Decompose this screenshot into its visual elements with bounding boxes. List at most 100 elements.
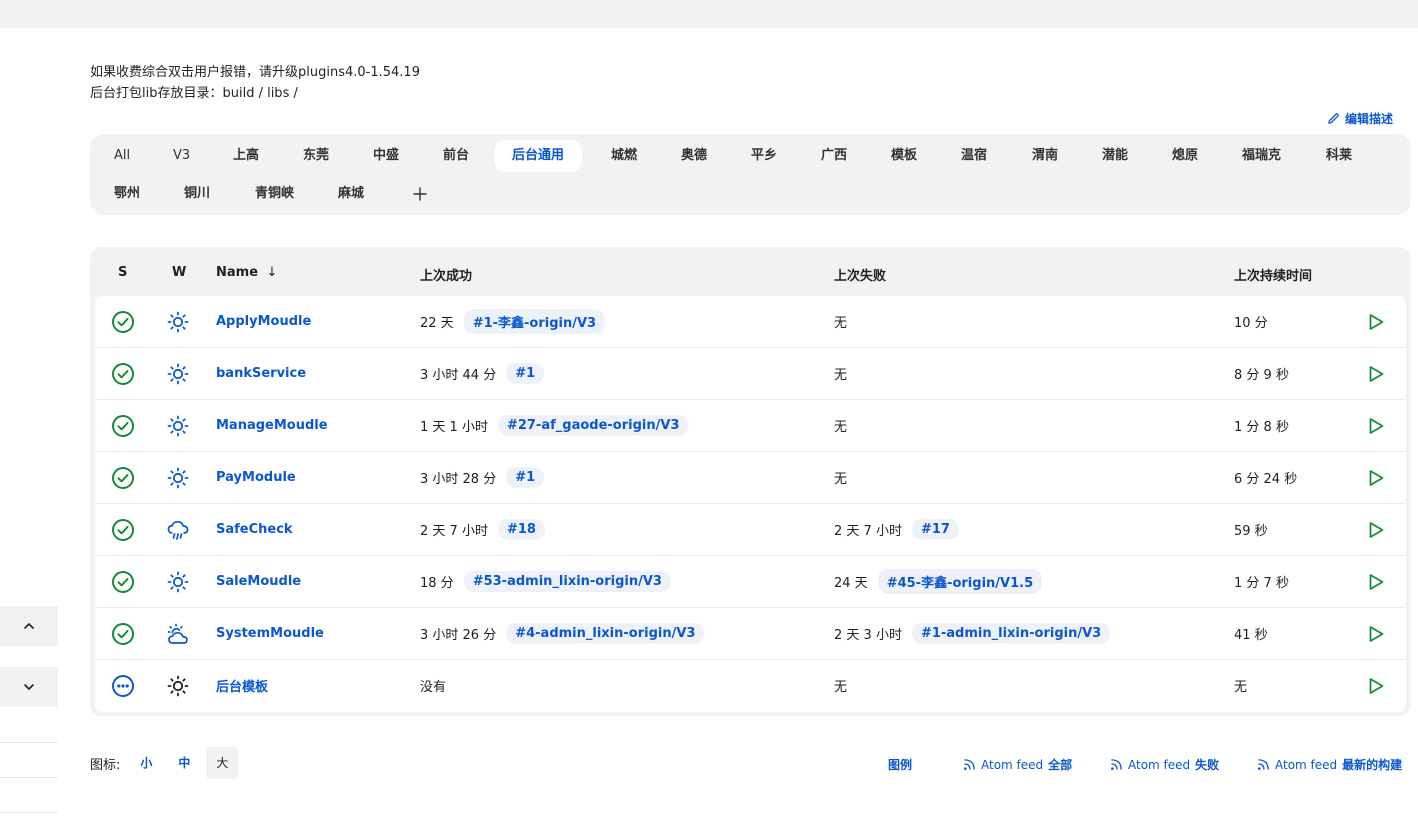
last-failure-time: 无	[834, 316, 848, 331]
tab-pingxiang[interactable]: 平乡	[751, 140, 777, 172]
schedule-build-button[interactable]	[1363, 361, 1389, 387]
icon-size-medium[interactable]: 中	[168, 747, 200, 779]
atom-feed-label: Atom feed	[981, 757, 1044, 772]
build-status[interactable]	[110, 361, 136, 387]
tab-all[interactable]: All	[114, 140, 130, 172]
build-health[interactable]	[165, 621, 191, 647]
header-last-failure[interactable]: 上次失败	[834, 265, 886, 284]
header-weather[interactable]: W	[172, 265, 186, 280]
job-name-link[interactable]: bankService	[216, 366, 306, 381]
tab-xiyuan[interactable]: 熄原	[1172, 140, 1198, 172]
build-health[interactable]	[165, 569, 191, 595]
build-status[interactable]	[110, 621, 136, 647]
job-name-link[interactable]: ApplyMoudle	[216, 314, 311, 329]
tab-ezhou[interactable]: 鄂州	[114, 178, 140, 210]
job-name-link[interactable]: 后台模板	[216, 676, 268, 695]
run-cell	[1363, 660, 1389, 711]
schedule-build-button[interactable]	[1363, 465, 1389, 491]
build-status[interactable]	[110, 517, 136, 543]
schedule-build-button[interactable]	[1363, 673, 1389, 699]
tab-kelai[interactable]: 科莱	[1326, 140, 1352, 172]
schedule-build-button[interactable]	[1363, 621, 1389, 647]
tab-houtai-tongyong[interactable]: 后台通用	[494, 140, 583, 172]
build-health[interactable]	[165, 413, 191, 439]
last-failure-build-link[interactable]: #17	[911, 519, 959, 540]
tab-guangxi[interactable]: 广西	[821, 140, 847, 172]
header-last-duration[interactable]: 上次持续时间	[1234, 265, 1312, 284]
atom-feed-failures-label: 失败	[1195, 758, 1220, 772]
build-status[interactable]	[110, 673, 136, 699]
tab-macheng[interactable]: 麻城	[338, 178, 364, 210]
atom-feed-latest-link[interactable]: Atom feed 最新的构建	[1257, 756, 1402, 773]
tab-qianneng[interactable]: 潜能	[1102, 140, 1128, 172]
schedule-build-icon	[1369, 521, 1384, 538]
tab-qiantai[interactable]: 前台	[443, 140, 469, 172]
tab-v3[interactable]: V3	[173, 140, 190, 172]
schedule-build-button[interactable]	[1363, 569, 1389, 595]
schedule-build-button[interactable]	[1363, 517, 1389, 543]
view-tabs: All V3 上高 东莞 中盛 前台 后台通用 城燃 奥德 平乡 广西 模板 温…	[90, 134, 1411, 215]
job-name-link[interactable]: ManageMoudle	[216, 418, 328, 433]
schedule-build-button[interactable]	[1363, 309, 1389, 335]
last-success-build-link[interactable]: #1	[506, 467, 545, 488]
last-success-build-link[interactable]: #18	[497, 519, 545, 540]
success-check-icon	[112, 466, 134, 489]
last-success-build-link[interactable]: #27-af_gaode-origin/V3	[497, 415, 689, 436]
header-last-success[interactable]: 上次成功	[420, 265, 472, 284]
not-built-icon	[112, 674, 134, 697]
last-success-cell: 22 天 #1-李鑫-origin/V3	[420, 296, 606, 347]
tab-muban[interactable]: 模板	[891, 140, 917, 172]
scroll-down-button[interactable]	[0, 667, 58, 707]
tab-qingtongxia[interactable]: 青铜峡	[255, 178, 294, 210]
last-failure-build-link[interactable]: #45-李鑫-origin/V1.5	[877, 569, 1043, 594]
atom-feed-all-link[interactable]: Atom feed 全部	[963, 756, 1072, 773]
last-success-build-link[interactable]: #4-admin_lixin-origin/V3	[506, 623, 705, 644]
icon-size-large[interactable]: 大	[206, 747, 239, 779]
tab-furuike[interactable]: 福瑞克	[1242, 140, 1281, 172]
last-duration-cell: 6 分 24 秒	[1234, 452, 1297, 503]
build-status[interactable]	[110, 569, 136, 595]
legend-link[interactable]: 图例	[888, 756, 912, 773]
build-status[interactable]	[110, 309, 136, 335]
sunny-weather-icon	[167, 467, 189, 488]
last-failure-build-link[interactable]: #1-admin_lixin-origin/V3	[911, 623, 1111, 644]
header-status[interactable]: S	[118, 265, 127, 280]
scroll-up-button[interactable]	[0, 606, 58, 646]
atom-feed-failures-link[interactable]: Atom feed 失败	[1110, 756, 1219, 773]
side-divider	[0, 812, 58, 813]
add-view-button[interactable]	[410, 184, 430, 204]
icon-size-small[interactable]: 小	[130, 747, 162, 779]
tab-shanggao[interactable]: 上高	[233, 140, 259, 172]
last-failure-time: 无	[834, 420, 848, 435]
tab-tongchuan[interactable]: 铜川	[184, 178, 210, 210]
build-health[interactable]	[165, 309, 191, 335]
tab-aode[interactable]: 奥德	[681, 140, 707, 172]
build-health[interactable]	[165, 361, 191, 387]
schedule-build-button[interactable]	[1363, 413, 1389, 439]
last-success-time: 18 分	[420, 576, 454, 591]
job-name-link[interactable]: SystemMoudle	[216, 626, 324, 641]
build-health[interactable]	[165, 517, 191, 543]
job-name-link[interactable]: SaleMoudle	[216, 574, 301, 589]
build-health[interactable]	[165, 673, 191, 699]
last-success-build-link[interactable]: #53-admin_lixin-origin/V3	[463, 571, 671, 592]
tab-dongguan[interactable]: 东莞	[303, 140, 329, 172]
last-duration: 无	[1234, 680, 1248, 695]
last-success-build-link[interactable]: #1-李鑫-origin/V3	[463, 309, 606, 334]
tab-weinan[interactable]: 渭南	[1032, 140, 1058, 172]
last-success-cell: 3 小时 44 分 #1	[420, 348, 545, 399]
build-status[interactable]	[110, 413, 136, 439]
build-health[interactable]	[165, 465, 191, 491]
tab-zhongsheng[interactable]: 中盛	[373, 140, 399, 172]
build-status[interactable]	[110, 465, 136, 491]
edit-description-link[interactable]: 编辑描述	[1327, 110, 1393, 127]
status-cell	[110, 296, 136, 347]
last-success-build-link[interactable]: #1	[506, 363, 545, 384]
schedule-build-icon	[1369, 313, 1384, 330]
tab-chengran[interactable]: 城燃	[611, 140, 637, 172]
tab-wensu[interactable]: 温宿	[961, 140, 987, 172]
last-failure-cell: 无	[834, 348, 847, 399]
job-name-link[interactable]: SafeCheck	[216, 522, 293, 537]
job-name-link[interactable]: PayModule	[216, 470, 296, 485]
header-name[interactable]: Name ↓	[216, 265, 277, 280]
